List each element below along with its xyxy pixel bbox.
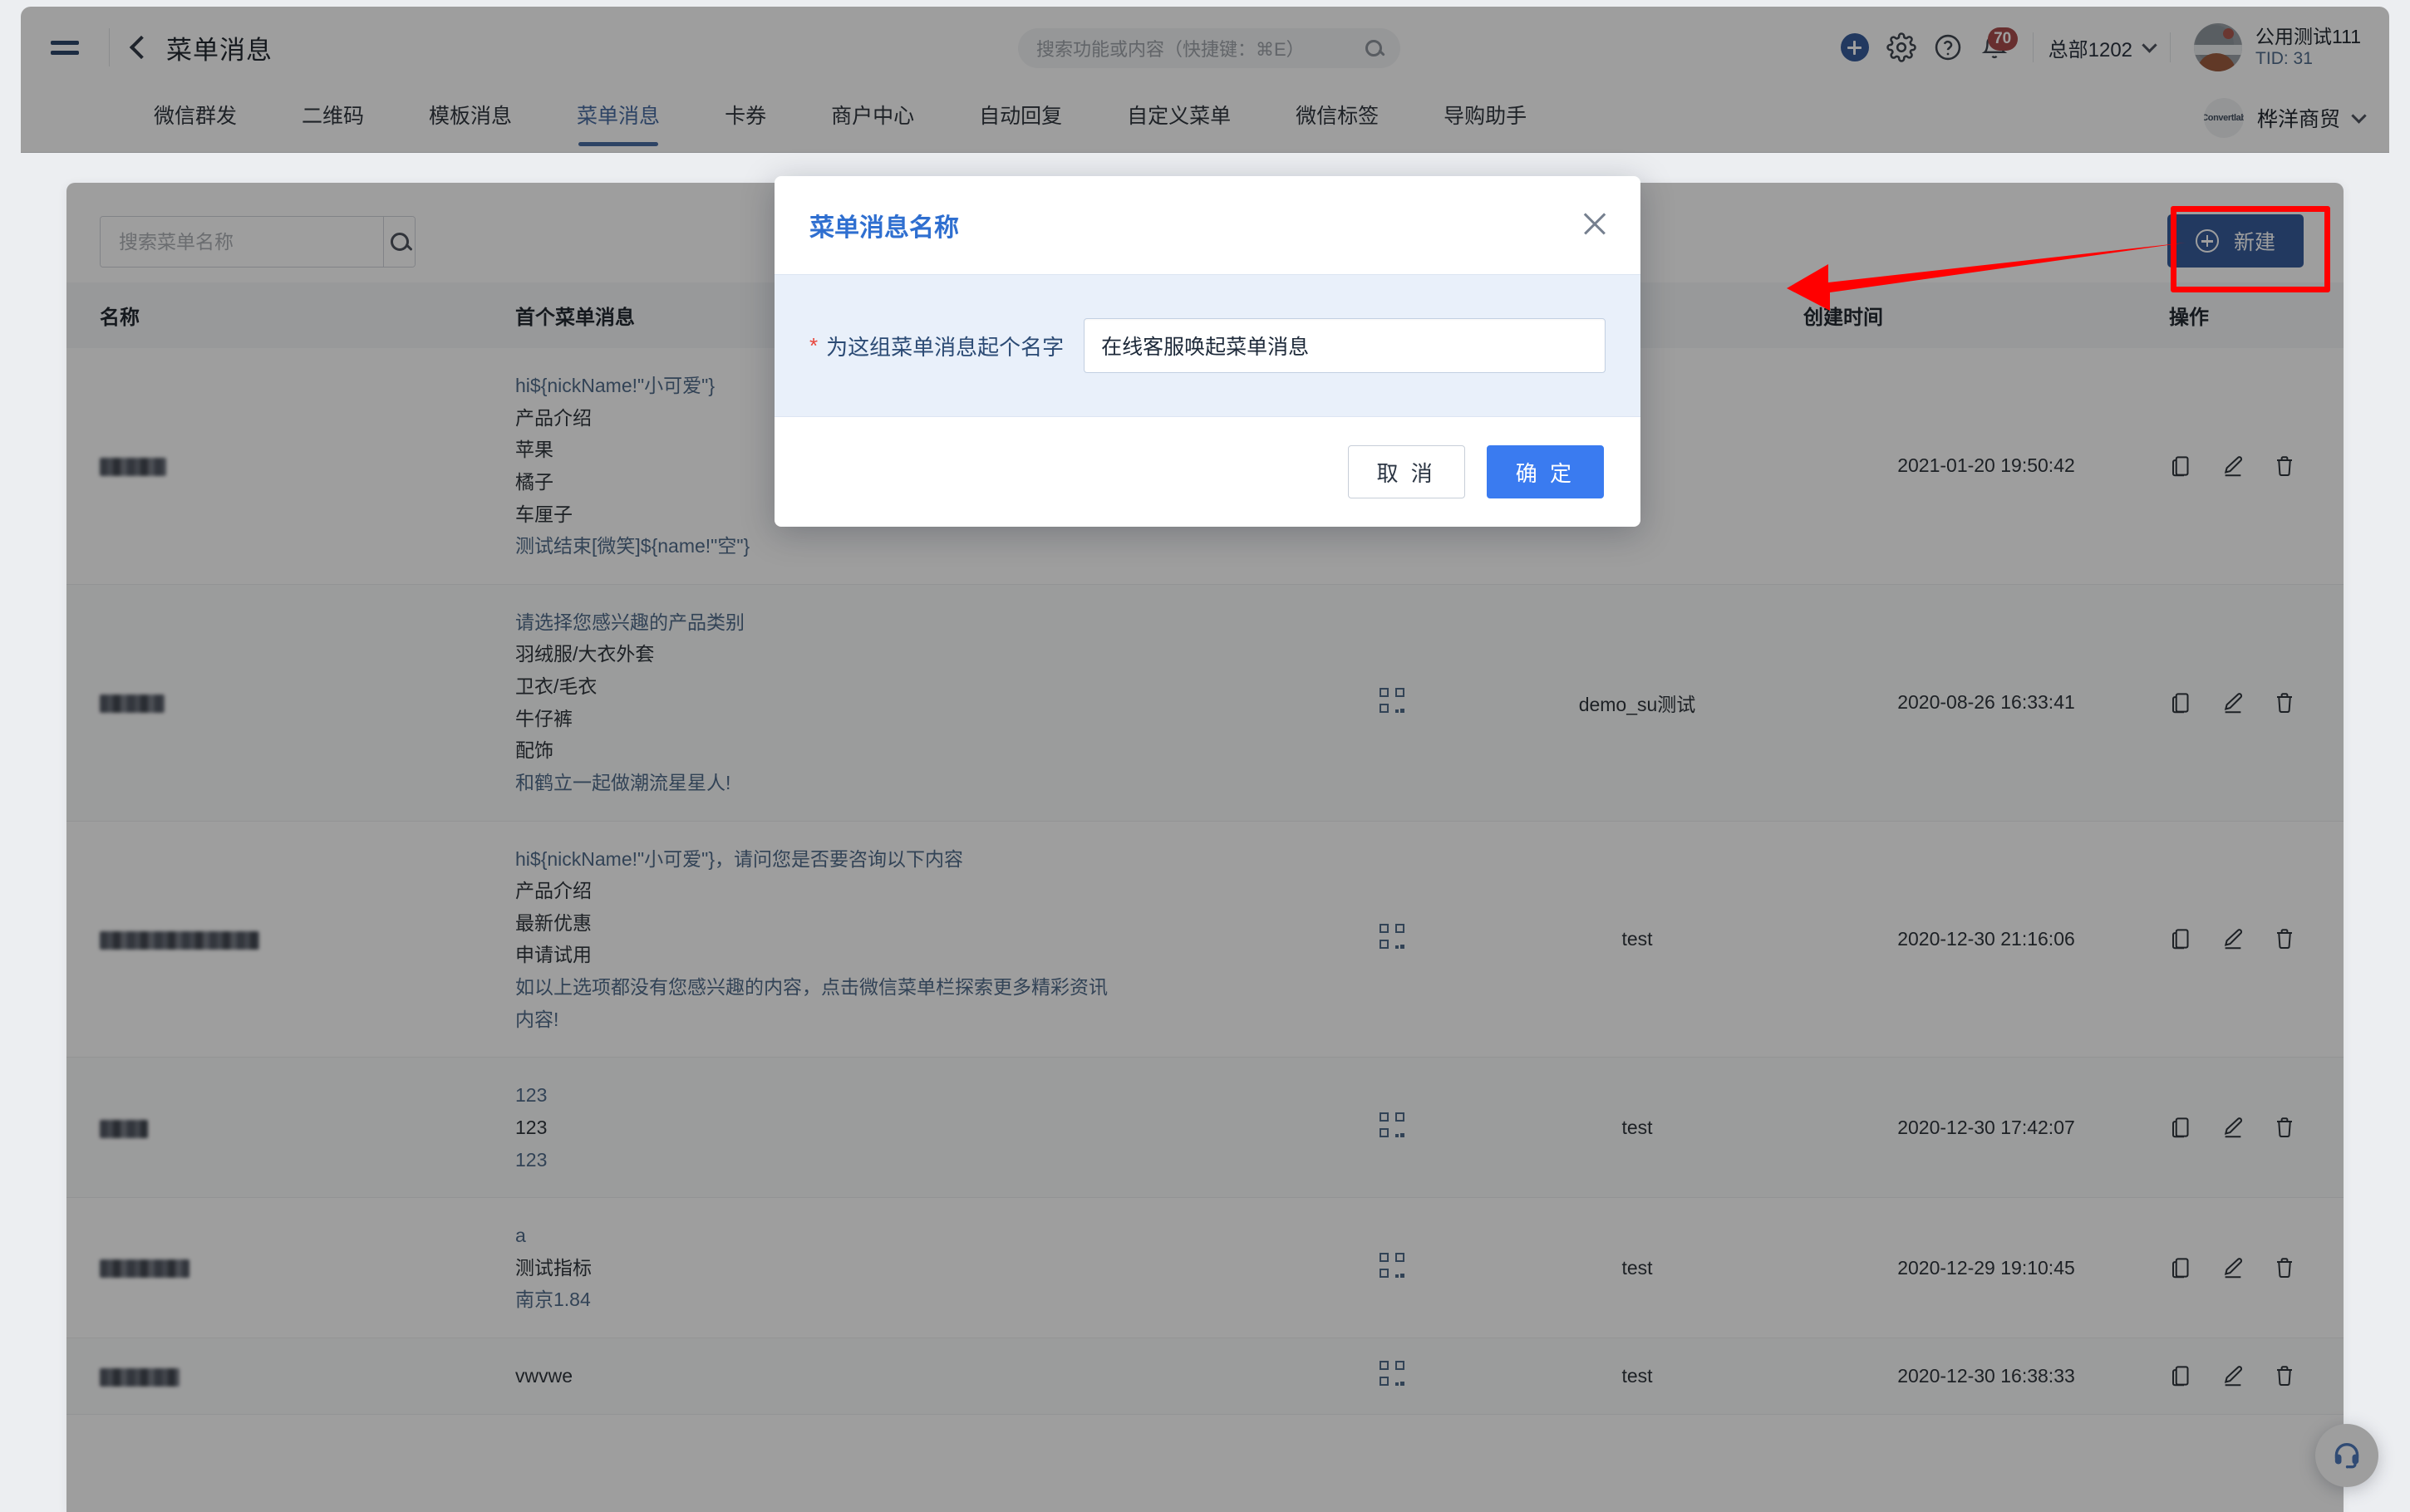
modal-footer: 取 消 确 定 bbox=[775, 417, 1640, 527]
name-field-input[interactable] bbox=[1084, 318, 1606, 373]
modal-body: * 为这组菜单消息起个名字 bbox=[775, 274, 1640, 417]
required-marker: * bbox=[809, 333, 819, 358]
confirm-button[interactable]: 确 定 bbox=[1486, 445, 1604, 498]
modal-title: 菜单消息名称 bbox=[809, 214, 959, 242]
name-menu-message-modal: 菜单消息名称 * 为这组菜单消息起个名字 取 消 确 定 bbox=[775, 176, 1640, 527]
close-icon[interactable] bbox=[1581, 209, 1609, 238]
cancel-button[interactable]: 取 消 bbox=[1347, 445, 1465, 498]
name-field-label: 为这组菜单消息起个名字 bbox=[826, 334, 1065, 360]
modal-header: 菜单消息名称 bbox=[775, 176, 1640, 274]
